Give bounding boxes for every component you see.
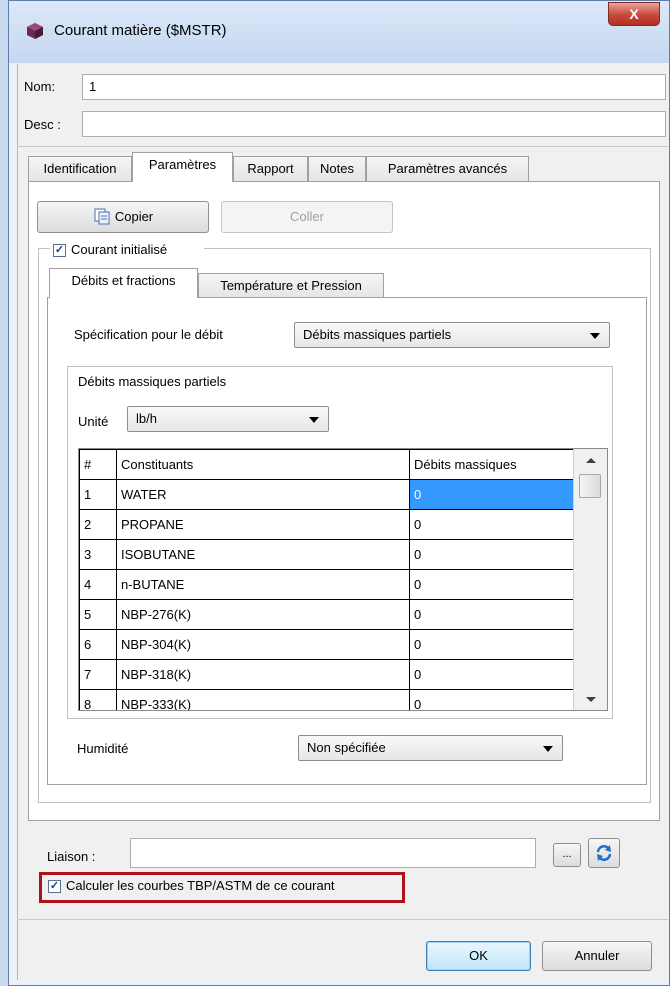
row-index: 8 (79, 689, 117, 710)
separator (17, 146, 668, 147)
row-component: NBP-276(K) (116, 599, 410, 630)
row-flow-cell[interactable]: 0 (409, 629, 574, 660)
row-flow-cell[interactable]: 0 (409, 689, 574, 710)
refresh-icon (596, 845, 612, 861)
nom-field[interactable]: 1 (82, 74, 666, 100)
window-title: Courant matière ($MSTR) (54, 22, 227, 39)
table-row[interactable]: 4 n-BUTANE 0 (79, 569, 574, 600)
tab-parametres[interactable]: Paramètres (132, 152, 233, 182)
tab-identification[interactable]: Identification (28, 156, 132, 182)
desc-field[interactable] (82, 111, 666, 137)
unit-value: lb/h (136, 411, 157, 426)
scroll-up-icon[interactable] (586, 458, 596, 463)
scroll-thumb[interactable] (579, 474, 601, 498)
row-component: ISOBUTANE (116, 539, 410, 570)
browse-button[interactable]: ... (553, 843, 581, 867)
table-row[interactable]: 6 NBP-304(K) 0 (79, 629, 574, 660)
row-flow-cell[interactable]: 0 (409, 599, 574, 630)
chevron-down-icon (309, 417, 319, 423)
row-component: NBP-318(K) (116, 659, 410, 690)
subtab-temperature[interactable]: Température et Pression (198, 273, 384, 299)
paste-button[interactable]: Coller (221, 201, 393, 233)
refresh-button[interactable] (588, 838, 620, 868)
subtab-debits[interactable]: Débits et fractions (49, 268, 198, 298)
row-flow-cell[interactable]: 0 (409, 569, 574, 600)
humidity-label: Humidité (77, 741, 129, 756)
table-row[interactable]: 5 NBP-276(K) 0 (79, 599, 574, 630)
humidity-select[interactable]: Non spécifiée (298, 735, 563, 761)
row-flow-cell[interactable]: 0 (409, 539, 574, 570)
components-grid: # Constituants Débits massiques 1 WATER 0 … (79, 449, 574, 710)
init-label: Courant initialisé (71, 242, 168, 257)
flow-spec-select[interactable]: Débits massiques partiels (294, 322, 610, 348)
table-row[interactable]: 2 PROPANE 0 (79, 509, 574, 540)
row-component: NBP-304(K) (116, 629, 410, 660)
tab-parametres-avances[interactable]: Paramètres avancés (366, 156, 529, 182)
close-icon: X (629, 6, 639, 22)
unit-label: Unité (78, 414, 109, 429)
table-header-row: # Constituants Débits massiques (79, 449, 574, 480)
cancel-button[interactable]: Annuler (542, 941, 652, 971)
row-component: WATER (116, 479, 410, 510)
table-row[interactable]: 1 WATER 0 (79, 479, 574, 510)
close-button[interactable]: X (608, 2, 660, 26)
row-component: PROPANE (116, 509, 410, 540)
table-row[interactable]: 3 ISOBUTANE 0 (79, 539, 574, 570)
liaison-field[interactable] (130, 838, 536, 868)
table-scrollbar[interactable] (573, 449, 607, 710)
tbp-checkbox[interactable]: ✓ (48, 880, 61, 893)
tab-rapport[interactable]: Rapport (233, 156, 308, 182)
row-flow-cell[interactable]: 0 (409, 479, 574, 510)
column-header-debits[interactable]: Débits massiques (409, 449, 574, 480)
tab-notes[interactable]: Notes (308, 156, 366, 182)
row-index: 4 (79, 569, 117, 600)
row-component: n-BUTANE (116, 569, 410, 600)
copy-button[interactable]: Copier (37, 201, 209, 233)
app-logo-icon (27, 23, 43, 39)
copy-label: Copier (114, 209, 154, 224)
liaison-label: Liaison : (47, 849, 96, 864)
row-index: 1 (79, 479, 117, 510)
footer-separator (17, 919, 668, 920)
column-header-constituants[interactable]: Constituants (116, 449, 410, 480)
row-component: NBP-333(K) (116, 689, 410, 710)
flow-spec-value: Débits massiques partiels (303, 327, 452, 342)
humidity-value: Non spécifiée (307, 740, 386, 755)
row-index: 5 (79, 599, 117, 630)
unit-select[interactable]: lb/h (127, 406, 329, 432)
row-flow-cell[interactable]: 0 (409, 659, 574, 690)
nom-label: Nom: (24, 79, 56, 94)
flow-group-title: Débits massiques partiels (78, 374, 227, 389)
row-index: 2 (79, 509, 117, 540)
scroll-down-icon[interactable] (586, 697, 596, 702)
ok-button[interactable]: OK (426, 941, 531, 971)
flow-spec-label: Spécification pour le débit (74, 327, 223, 342)
desc-label: Desc : (24, 117, 61, 132)
row-index: 3 (79, 539, 117, 570)
tbp-label: Calculer les courbes TBP/ASTM de ce cour… (66, 878, 335, 893)
row-index: 6 (79, 629, 117, 660)
table-row[interactable]: 8 NBP-333(K) 0 (79, 689, 574, 710)
table-row[interactable]: 7 NBP-318(K) 0 (79, 659, 574, 690)
chevron-down-icon (543, 746, 553, 752)
row-index: 7 (79, 659, 117, 690)
copy-icon (94, 208, 110, 225)
row-flow-cell[interactable]: 0 (409, 509, 574, 540)
init-checkbox[interactable]: ✓ (53, 244, 66, 257)
components-table: # Constituants Débits massiques 1 WATER 0 … (78, 448, 608, 711)
column-header-index[interactable]: # (79, 449, 117, 480)
chevron-down-icon (590, 333, 600, 339)
